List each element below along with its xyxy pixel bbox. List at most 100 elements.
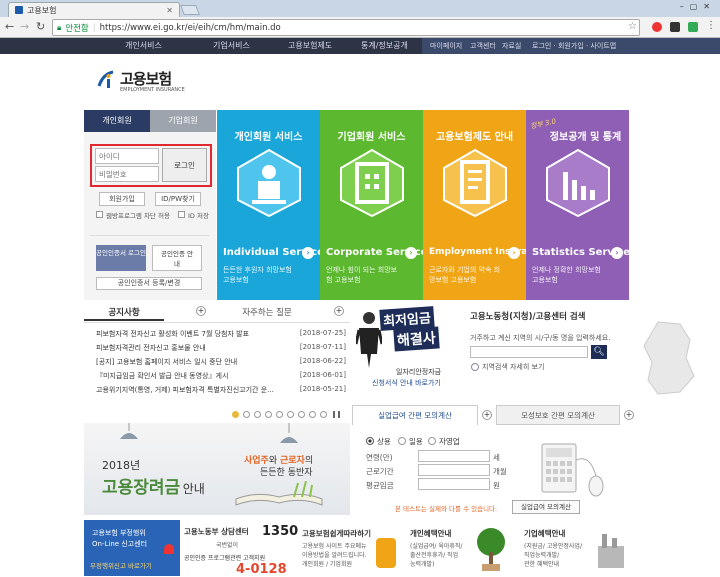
person-icon: [234, 148, 304, 218]
carousel-dot[interactable]: [243, 411, 250, 418]
easy-guide[interactable]: 고용보험쉽게따라하기 고용보험 사이트 주요메뉴 이용방법을 알려드립니다. 개…: [298, 520, 396, 576]
building-icon: [337, 148, 407, 218]
notice-more-icon[interactable]: +: [196, 306, 206, 316]
radio-daily[interactable]: [398, 437, 406, 445]
carousel-dot[interactable]: [309, 411, 316, 418]
extension-icon[interactable]: [652, 22, 662, 32]
call-center: 고용노동부 상담센터 1350 국번없이 공인인증 프로그램관련 고객지원 4-…: [182, 520, 298, 577]
tile-individual[interactable]: 개인회원 서비스 Individual Service 든든한 후원자 희망보험…: [217, 110, 324, 300]
pause-icon[interactable]: [333, 411, 340, 418]
nav-personal[interactable]: 개인서비스: [125, 38, 162, 54]
carousel-dot[interactable]: [287, 411, 294, 418]
util-customer[interactable]: 고객센터: [470, 38, 496, 54]
fraud-report-banner[interactable]: 고용보험 부정행위 On-Line 신고센터 부정행위신고 바로가기: [84, 520, 180, 576]
logo-text-en: EMPLOYMENT INSURANCE: [120, 87, 185, 93]
nav-statistics[interactable]: 통계/정보공개: [361, 38, 408, 54]
search-button[interactable]: 🔍︎: [591, 345, 607, 359]
url-text[interactable]: https://www.ei.go.kr/ei/eih/cm/hm/main.d…: [100, 23, 281, 33]
reload-icon[interactable]: ↻: [36, 20, 45, 33]
util-login-join-sitemap[interactable]: 로그인 · 회원가입 · 사이트맵: [532, 38, 616, 54]
min-wage-banner[interactable]: 최저임금 해결사 일자리안정자금 신청서식 안내 바로가기: [352, 300, 462, 402]
notice-item[interactable]: 피보험자격관리 전자신고 홍보물 안내 [2018-07-11]: [96, 343, 346, 357]
tab-personal-member[interactable]: 개인회원: [84, 110, 150, 132]
secure-label: 안전함: [65, 23, 89, 34]
util-archive[interactable]: 자료실: [502, 38, 521, 54]
browser-tab[interactable]: 고용보험 ✕: [8, 2, 180, 17]
tile-statistics[interactable]: 정부 3.0 정보공개 및 통계 Statistics Service 언제나 …: [526, 110, 630, 300]
password-input[interactable]: [95, 166, 159, 182]
calc-more-icon-2[interactable]: +: [624, 410, 634, 420]
logo[interactable]: 고용보험 EMPLOYMENT INSURANCE: [97, 66, 207, 96]
calc-button[interactable]: 실업급여 모의계산: [512, 500, 580, 514]
tile-insurance[interactable]: 고용보험제도 안내 Employment Insurance 근로자와 기업의 …: [423, 110, 545, 300]
carousel-dot[interactable]: [276, 411, 283, 418]
tab-company-member[interactable]: 기업회원: [150, 110, 216, 132]
map-search-link[interactable]: 지역검색 자세히 보기: [482, 362, 544, 372]
find-idpw-button[interactable]: ID/PW찾기: [155, 192, 201, 206]
document-icon: [440, 148, 510, 218]
company-benefit[interactable]: 기업혜택안내 (지원금/ 고용안정사업/ 직업능력개발/ 관한 혜택안내: [516, 520, 626, 576]
radio-regular[interactable]: [366, 437, 374, 445]
window-controls[interactable]: –▢✕: [680, 2, 716, 11]
radio-selfemployed-label: 자영업: [439, 437, 460, 446]
subsidy-banner[interactable]: 2018년 고용장려금 안내 사업주와 근로자의 든든한 동반자: [84, 423, 350, 515]
divider: [90, 235, 210, 236]
nav-system[interactable]: 고용보험제도: [288, 38, 332, 54]
office-search-title: 고용노동청(지청)/고용센터 검색: [470, 312, 586, 322]
faq-more-icon[interactable]: +: [334, 306, 344, 316]
new-tab-button[interactable]: [180, 5, 200, 15]
notice-item[interactable]: 『미지급임금 확인서 발급 안내 동영상』게시 [2018-06-01]: [96, 371, 346, 385]
url-box[interactable]: 🔒︎ 안전함 | https://www.ei.go.kr/ei/eih/cm/…: [52, 19, 640, 36]
calc-more-icon[interactable]: +: [482, 410, 492, 420]
arrow-right-icon[interactable]: ›: [611, 247, 623, 259]
carousel-dot[interactable]: [254, 411, 261, 418]
extension-icon-3[interactable]: [688, 22, 698, 32]
carousel-dot[interactable]: [232, 411, 239, 418]
age-input[interactable]: [418, 450, 490, 462]
radio-selfemployed[interactable]: [428, 437, 436, 445]
tile-title: 기업회원 서비스: [337, 132, 406, 143]
min-wage-link[interactable]: 신청서식 안내 바로가기: [372, 378, 441, 388]
radio-regular-label: 상용: [377, 437, 391, 446]
office-search-input[interactable]: [470, 346, 588, 358]
menu-icon[interactable]: ⋮: [706, 20, 716, 31]
carousel-dot[interactable]: [298, 411, 305, 418]
bookmark-star-icon[interactable]: ☆: [628, 21, 637, 32]
back-icon[interactable]: ←: [5, 20, 14, 33]
calc-tab-unemployment[interactable]: 실업급여 간편 모의계산: [352, 405, 478, 425]
tree-illustration: [474, 526, 508, 572]
nav-company[interactable]: 기업서비스: [213, 38, 250, 54]
login-button[interactable]: 로그인: [162, 148, 207, 182]
tab-close-icon[interactable]: ✕: [166, 6, 173, 15]
period-input[interactable]: [418, 464, 490, 476]
notice-tab[interactable]: 공지사항: [84, 305, 164, 321]
wage-input[interactable]: [418, 478, 490, 490]
arrow-right-icon[interactable]: ›: [405, 247, 417, 259]
carousel-dot[interactable]: [265, 411, 272, 418]
notice-item[interactable]: 고용위기지역(통영, 거제) 피보험자격 특별자진신고기간 운... [2018-…: [96, 385, 346, 399]
notice-item[interactable]: 피보험자격 전자신고 활성화 이벤트 7월 당첨자 발표 [2018-07-25]: [96, 329, 346, 343]
util-mypage[interactable]: 마이페이지: [430, 38, 462, 54]
notice-item[interactable]: [공지] 고용보험 홈페이지 서비스 일시 중단 안내 [2018-06-22]: [96, 357, 346, 371]
extension-icon-2[interactable]: [670, 22, 680, 32]
fraud-link[interactable]: 부정행위신고 바로가기: [90, 560, 152, 570]
arrow-right-icon[interactable]: ›: [508, 247, 520, 259]
tile-desc: 언제나 정확한 희망보험 고용보험: [532, 266, 601, 284]
min-wage-caption: 일자리안정자금: [396, 368, 442, 376]
id-input[interactable]: [95, 148, 159, 164]
join-button[interactable]: 회원가입: [99, 192, 145, 206]
calc-tab-maternity[interactable]: 모성보호 간편 모의계산: [496, 405, 620, 425]
personal-benefit[interactable]: 개인혜택안내 (실업급여/ 육아휴직/ 출산전후휴가/ 직업 능력개발): [402, 520, 510, 576]
forward-icon[interactable]: →: [20, 20, 29, 33]
carousel-dot[interactable]: [320, 411, 327, 418]
arrow-right-icon[interactable]: ›: [302, 247, 314, 259]
save-id-checkbox[interactable]: [178, 211, 185, 218]
security-checkbox[interactable]: [96, 211, 103, 218]
cert-guide-button[interactable]: 공인인증 안내: [152, 245, 202, 271]
tile-corporate[interactable]: 기업회원 서비스 Corporate Service 언제나 힘이 되는 희망보…: [320, 110, 427, 300]
cert-login-button[interactable]: 공인인증서 로그인: [96, 245, 146, 271]
faq-tab[interactable]: 자주하는 질문: [222, 305, 312, 321]
logo-mark-icon: [97, 70, 117, 90]
favicon-icon: [15, 6, 23, 14]
cert-register-button[interactable]: 공인인증서 등록/변경: [96, 277, 202, 290]
